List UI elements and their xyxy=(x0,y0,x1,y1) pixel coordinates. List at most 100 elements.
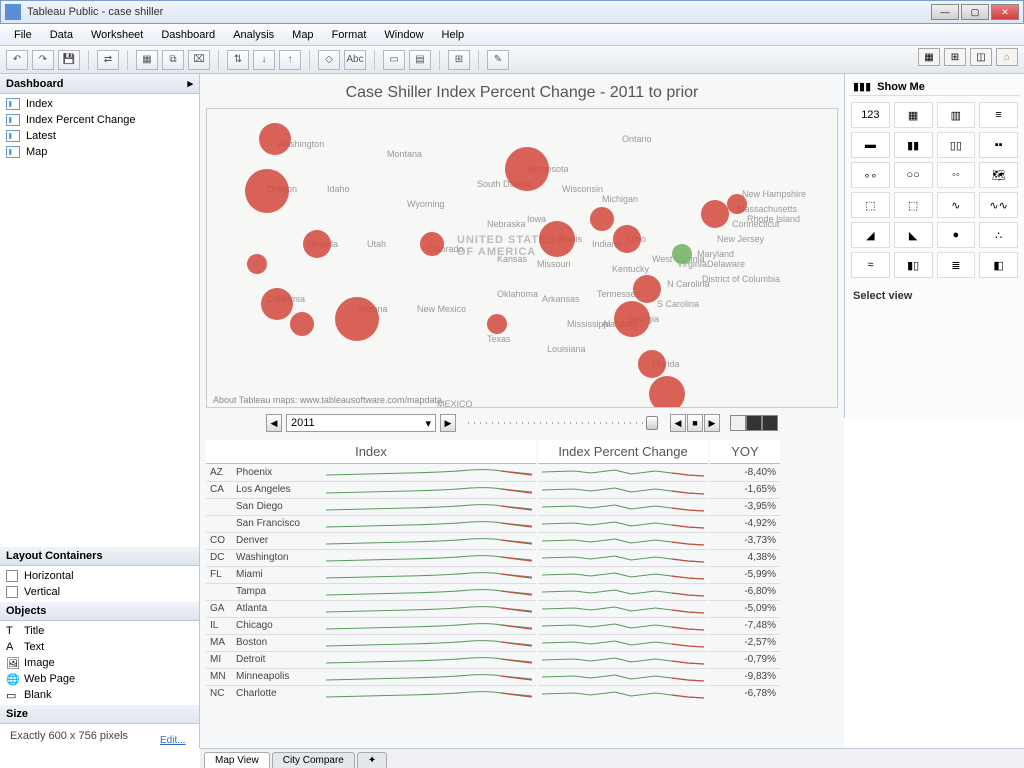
worksheets-icon[interactable]: ▦ xyxy=(918,48,940,66)
map-city-dot[interactable] xyxy=(420,232,444,256)
edit-link[interactable]: Edit... xyxy=(160,735,186,746)
home-icon[interactable]: ⌂ xyxy=(996,48,1018,66)
menu-data[interactable]: Data xyxy=(42,27,81,43)
table-row[interactable]: FLMiami xyxy=(206,566,536,583)
table-row[interactable]: -3,73% xyxy=(710,532,780,549)
undo-button[interactable]: ↶ xyxy=(6,50,28,70)
cube-icon[interactable]: ◫ xyxy=(970,48,992,66)
chart-type-thumb[interactable]: ▦ xyxy=(894,102,933,128)
table-row[interactable]: -2,57% xyxy=(710,634,780,651)
new-worksheet-button[interactable]: ▦ xyxy=(136,50,158,70)
table-row[interactable] xyxy=(538,481,708,498)
table-row[interactable]: -7,48% xyxy=(710,617,780,634)
play-prev-button[interactable]: ◀ xyxy=(670,414,686,432)
map-city-dot[interactable] xyxy=(590,207,614,231)
table-row[interactable]: CALos Angeles xyxy=(206,481,536,498)
map-city-dot[interactable] xyxy=(633,275,661,303)
clear-button[interactable]: ⌧ xyxy=(188,50,210,70)
sheet-latest[interactable]: Latest xyxy=(0,128,199,144)
table-row[interactable] xyxy=(538,634,708,651)
map-city-dot[interactable] xyxy=(335,297,379,341)
table-row[interactable]: -3,95% xyxy=(710,498,780,515)
table-row[interactable]: -0,79% xyxy=(710,651,780,668)
object-image[interactable]: 🖼Image xyxy=(0,655,199,671)
layout-horizontal[interactable]: Horizontal xyxy=(0,568,199,584)
table-row[interactable]: -6,80% xyxy=(710,583,780,600)
minimize-button[interactable]: — xyxy=(931,4,959,20)
menu-map[interactable]: Map xyxy=(284,27,321,43)
table-row[interactable]: San Diego xyxy=(206,498,536,515)
table-row[interactable] xyxy=(538,583,708,600)
play-next-button[interactable]: ▶ xyxy=(704,414,720,432)
sheet-index-percent-change[interactable]: Index Percent Change xyxy=(0,112,199,128)
redo-button[interactable]: ↷ xyxy=(32,50,54,70)
view-toggle[interactable] xyxy=(730,415,778,431)
table-row[interactable]: CODenver xyxy=(206,532,536,549)
menu-file[interactable]: File xyxy=(6,27,40,43)
table-row[interactable]: 4,38% xyxy=(710,549,780,566)
chart-type-thumb[interactable]: ◧ xyxy=(979,252,1018,278)
menu-help[interactable]: Help xyxy=(434,27,473,43)
map-city-dot[interactable] xyxy=(259,123,291,155)
sheet-index[interactable]: Index xyxy=(0,96,199,112)
table-row[interactable]: -8,40% xyxy=(710,464,780,481)
table-row[interactable]: GAAtlanta xyxy=(206,600,536,617)
year-select[interactable]: 2011 ▾ xyxy=(286,414,436,432)
chart-type-thumb[interactable]: 123 xyxy=(851,102,890,128)
chart-type-thumb[interactable]: ◢ xyxy=(851,222,890,248)
table-row[interactable]: ILChicago xyxy=(206,617,536,634)
table-row[interactable]: MABoston xyxy=(206,634,536,651)
table-row[interactable]: -5,09% xyxy=(710,600,780,617)
table-row[interactable]: DCWashington xyxy=(206,549,536,566)
chart-type-thumb[interactable]: ⬚ xyxy=(894,192,933,218)
map-city-dot[interactable] xyxy=(649,376,685,408)
object-blank[interactable]: ▭Blank xyxy=(0,687,199,703)
chart-type-thumb[interactable]: ▮▮ xyxy=(894,132,933,158)
collapse-icon[interactable]: ▸ xyxy=(187,77,193,90)
menu-worksheet[interactable]: Worksheet xyxy=(83,27,151,43)
chart-type-thumb[interactable]: ● xyxy=(937,222,976,248)
table-row[interactable]: Tampa xyxy=(206,583,536,600)
map-city-dot[interactable] xyxy=(638,350,666,378)
chart-type-thumb[interactable]: ◦◦ xyxy=(937,162,976,188)
table-row[interactable]: MNMinneapolis xyxy=(206,668,536,685)
map-city-dot[interactable] xyxy=(245,169,289,213)
map-city-dot[interactable] xyxy=(727,194,747,214)
table-row[interactable] xyxy=(538,566,708,583)
map-city-dot[interactable] xyxy=(303,230,331,258)
map-city-dot[interactable] xyxy=(701,200,729,228)
close-button[interactable]: ✕ xyxy=(991,4,1019,20)
chart-type-thumb[interactable]: ▮▯ xyxy=(894,252,933,278)
swap-button[interactable]: ⇅ xyxy=(227,50,249,70)
group-button[interactable]: ◇ xyxy=(318,50,340,70)
chart-type-thumb[interactable]: ≈ xyxy=(851,252,890,278)
object-web-page[interactable]: 🌐Web Page xyxy=(0,671,199,687)
table-row[interactable]: AZPhoenix xyxy=(206,464,536,481)
object-text[interactable]: AText xyxy=(0,639,199,655)
connect-button[interactable]: ⇄ xyxy=(97,50,119,70)
table-row[interactable] xyxy=(538,600,708,617)
chart-type-thumb[interactable]: ≡ xyxy=(979,102,1018,128)
sort-desc-button[interactable]: ↑ xyxy=(279,50,301,70)
map-city-dot[interactable] xyxy=(487,314,507,334)
table-row[interactable]: -4,92% xyxy=(710,515,780,532)
table-row[interactable]: MIDetroit xyxy=(206,651,536,668)
table-row[interactable] xyxy=(538,617,708,634)
map-city-dot[interactable] xyxy=(290,312,314,336)
table-row[interactable]: -9,83% xyxy=(710,668,780,685)
table-row[interactable] xyxy=(538,498,708,515)
map-city-dot[interactable] xyxy=(261,288,293,320)
year-prev-button[interactable]: ◀ xyxy=(266,414,282,432)
menu-analysis[interactable]: Analysis xyxy=(225,27,282,43)
sort-asc-button[interactable]: ↓ xyxy=(253,50,275,70)
map-city-dot[interactable] xyxy=(247,254,267,274)
new-tab-button[interactable]: ✦ xyxy=(357,752,387,768)
table-row[interactable] xyxy=(538,464,708,481)
table-row[interactable] xyxy=(538,515,708,532)
menu-format[interactable]: Format xyxy=(324,27,375,43)
layout-vertical[interactable]: Vertical xyxy=(0,584,199,600)
map-city-dot[interactable] xyxy=(505,147,549,191)
map-city-dot[interactable] xyxy=(613,225,641,253)
table-row[interactable]: San Francisco xyxy=(206,515,536,532)
map-view[interactable]: UNITED STATESOF AMERICA WashingtonMontan… xyxy=(206,108,838,408)
